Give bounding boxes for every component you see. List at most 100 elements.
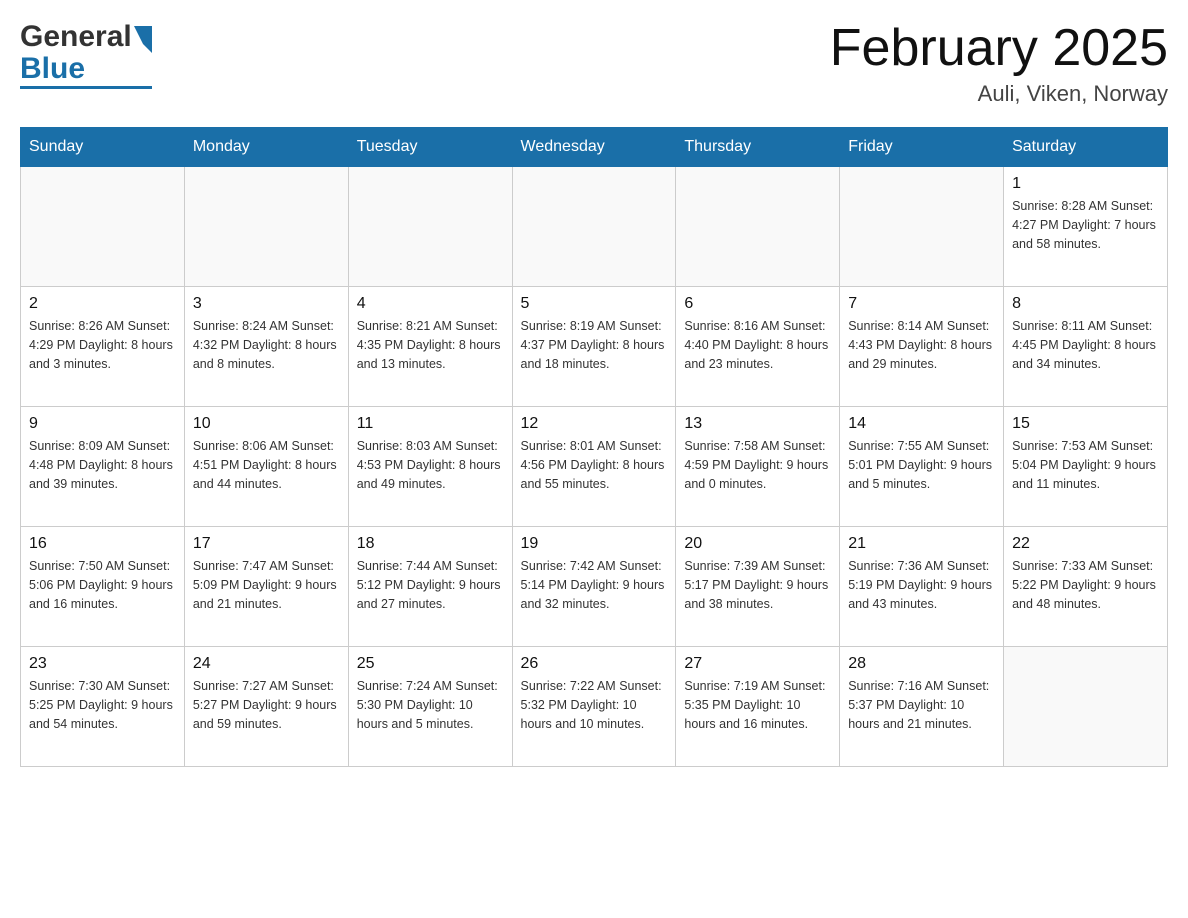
day-number: 16 <box>29 535 176 553</box>
calendar-day-cell: 20 Sunrise: 7:39 AM Sunset: 5:17 PM Dayli… <box>676 527 840 647</box>
day-number: 22 <box>1012 535 1159 553</box>
calendar-day-cell <box>840 167 1004 287</box>
day-info: Sunrise: 8:01 AM Sunset: 4:56 PM Dayligh… <box>521 437 668 493</box>
calendar-day-cell: 1 Sunrise: 8:28 AM Sunset: 4:27 PM Daylig… <box>1004 167 1168 287</box>
calendar-day-cell: 28Sunrise: 7:16 AM Sunset: 5:37 PM Dayli… <box>840 647 1004 767</box>
title-block: February 2025 Auli, Viken, Norway <box>830 20 1168 107</box>
logo-arrow-icon <box>134 26 152 53</box>
calendar-day-cell: 15Sunrise: 7:53 AM Sunset: 5:04 PM Dayli… <box>1004 407 1168 527</box>
day-number: 14 <box>848 415 995 433</box>
calendar-header: SundayMondayTuesdayWednesdayThursdayFrid… <box>21 128 1168 167</box>
calendar-day-cell: 4 Sunrise: 8:21 AM Sunset: 4:35 PM Daylig… <box>348 287 512 407</box>
calendar-day-cell: 6Sunrise: 8:16 AM Sunset: 4:40 PM Daylig… <box>676 287 840 407</box>
day-info: Sunrise: 7:16 AM Sunset: 5:37 PM Dayligh… <box>848 677 995 733</box>
day-number: 5 <box>521 295 668 313</box>
day-info: Sunrise: 7:47 AM Sunset: 5:09 PM Dayligh… <box>193 557 340 613</box>
calendar-day-cell: 14 Sunrise: 7:55 AM Sunset: 5:01 PM Dayli… <box>840 407 1004 527</box>
day-number: 27 <box>684 655 831 673</box>
calendar-day-cell <box>184 167 348 287</box>
day-info: Sunrise: 7:33 AM Sunset: 5:22 PM Dayligh… <box>1012 557 1159 613</box>
calendar-day-cell: 25 Sunrise: 7:24 AM Sunset: 5:30 PM Dayli… <box>348 647 512 767</box>
day-number: 1 <box>1012 175 1159 193</box>
logo-blue-text: Blue <box>20 52 85 86</box>
day-number: 13 <box>684 415 831 433</box>
calendar-day-cell: 23 Sunrise: 7:30 AM Sunset: 5:25 PM Dayli… <box>21 647 185 767</box>
calendar-title: February 2025 <box>830 20 1168 77</box>
day-info: Sunrise: 7:36 AM Sunset: 5:19 PM Dayligh… <box>848 557 995 613</box>
day-info: Sunrise: 8:14 AM Sunset: 4:43 PM Dayligh… <box>848 317 995 373</box>
calendar-day-cell: 8 Sunrise: 8:11 AM Sunset: 4:45 PM Daylig… <box>1004 287 1168 407</box>
day-number: 2 <box>29 295 176 313</box>
calendar-day-cell <box>348 167 512 287</box>
day-info: Sunrise: 7:27 AM Sunset: 5:27 PM Dayligh… <box>193 677 340 733</box>
day-info: Sunrise: 7:24 AM Sunset: 5:30 PM Dayligh… <box>357 677 504 733</box>
calendar-day-cell: 22 Sunrise: 7:33 AM Sunset: 5:22 PM Dayli… <box>1004 527 1168 647</box>
calendar-day-cell: 17 Sunrise: 7:47 AM Sunset: 5:09 PM Dayli… <box>184 527 348 647</box>
calendar-day-cell: 5 Sunrise: 8:19 AM Sunset: 4:37 PM Daylig… <box>512 287 676 407</box>
calendar-day-cell: 2 Sunrise: 8:26 AM Sunset: 4:29 PM Daylig… <box>21 287 185 407</box>
day-info: Sunrise: 8:11 AM Sunset: 4:45 PM Dayligh… <box>1012 317 1159 373</box>
weekday-header-sunday: Sunday <box>21 128 185 167</box>
logo-underline <box>20 86 152 89</box>
day-info: Sunrise: 7:55 AM Sunset: 5:01 PM Dayligh… <box>848 437 995 493</box>
calendar-day-cell: 27 Sunrise: 7:19 AM Sunset: 5:35 PM Dayli… <box>676 647 840 767</box>
calendar-day-cell: 11 Sunrise: 8:03 AM Sunset: 4:53 PM Dayli… <box>348 407 512 527</box>
day-info: Sunrise: 8:24 AM Sunset: 4:32 PM Dayligh… <box>193 317 340 373</box>
calendar-day-cell <box>676 167 840 287</box>
day-number: 9 <box>29 415 176 433</box>
weekday-header-thursday: Thursday <box>676 128 840 167</box>
calendar-table: SundayMondayTuesdayWednesdayThursdayFrid… <box>20 127 1168 767</box>
calendar-week-row: 23 Sunrise: 7:30 AM Sunset: 5:25 PM Dayli… <box>21 647 1168 767</box>
day-info: Sunrise: 8:19 AM Sunset: 4:37 PM Dayligh… <box>521 317 668 373</box>
day-number: 23 <box>29 655 176 673</box>
day-number: 4 <box>357 295 504 313</box>
day-number: 10 <box>193 415 340 433</box>
day-number: 12 <box>521 415 668 433</box>
day-info: Sunrise: 8:03 AM Sunset: 4:53 PM Dayligh… <box>357 437 504 493</box>
day-number: 17 <box>193 535 340 553</box>
day-number: 7 <box>848 295 995 313</box>
calendar-body: 1 Sunrise: 8:28 AM Sunset: 4:27 PM Daylig… <box>21 167 1168 767</box>
calendar-day-cell <box>1004 647 1168 767</box>
day-info: Sunrise: 7:39 AM Sunset: 5:17 PM Dayligh… <box>684 557 831 613</box>
day-info: Sunrise: 8:28 AM Sunset: 4:27 PM Dayligh… <box>1012 197 1159 253</box>
calendar-day-cell: 3Sunrise: 8:24 AM Sunset: 4:32 PM Daylig… <box>184 287 348 407</box>
day-info: Sunrise: 7:19 AM Sunset: 5:35 PM Dayligh… <box>684 677 831 733</box>
page-header: General Blue February 2025 Auli, Viken, … <box>20 20 1168 107</box>
day-number: 19 <box>521 535 668 553</box>
day-info: Sunrise: 7:44 AM Sunset: 5:12 PM Dayligh… <box>357 557 504 613</box>
day-info: Sunrise: 7:30 AM Sunset: 5:25 PM Dayligh… <box>29 677 176 733</box>
day-number: 8 <box>1012 295 1159 313</box>
calendar-day-cell: 18 Sunrise: 7:44 AM Sunset: 5:12 PM Dayli… <box>348 527 512 647</box>
calendar-day-cell: 10Sunrise: 8:06 AM Sunset: 4:51 PM Dayli… <box>184 407 348 527</box>
day-number: 20 <box>684 535 831 553</box>
calendar-week-row: 16 Sunrise: 7:50 AM Sunset: 5:06 PM Dayli… <box>21 527 1168 647</box>
day-number: 25 <box>357 655 504 673</box>
day-number: 11 <box>357 415 504 433</box>
calendar-subtitle: Auli, Viken, Norway <box>830 81 1168 107</box>
day-number: 21 <box>848 535 995 553</box>
day-info: Sunrise: 7:22 AM Sunset: 5:32 PM Dayligh… <box>521 677 668 733</box>
calendar-day-cell <box>512 167 676 287</box>
weekday-header-friday: Friday <box>840 128 1004 167</box>
weekday-header-row: SundayMondayTuesdayWednesdayThursdayFrid… <box>21 128 1168 167</box>
logo: General Blue <box>20 20 152 89</box>
calendar-day-cell: 26 Sunrise: 7:22 AM Sunset: 5:32 PM Dayli… <box>512 647 676 767</box>
calendar-day-cell <box>21 167 185 287</box>
calendar-day-cell: 21 Sunrise: 7:36 AM Sunset: 5:19 PM Dayli… <box>840 527 1004 647</box>
weekday-header-tuesday: Tuesday <box>348 128 512 167</box>
day-info: Sunrise: 8:26 AM Sunset: 4:29 PM Dayligh… <box>29 317 176 373</box>
day-info: Sunrise: 8:16 AM Sunset: 4:40 PM Dayligh… <box>684 317 831 373</box>
weekday-header-wednesday: Wednesday <box>512 128 676 167</box>
calendar-day-cell: 19Sunrise: 7:42 AM Sunset: 5:14 PM Dayli… <box>512 527 676 647</box>
day-number: 18 <box>357 535 504 553</box>
day-info: Sunrise: 8:09 AM Sunset: 4:48 PM Dayligh… <box>29 437 176 493</box>
calendar-day-cell: 12 Sunrise: 8:01 AM Sunset: 4:56 PM Dayli… <box>512 407 676 527</box>
calendar-day-cell: 9 Sunrise: 8:09 AM Sunset: 4:48 PM Daylig… <box>21 407 185 527</box>
day-number: 26 <box>521 655 668 673</box>
calendar-day-cell: 7 Sunrise: 8:14 AM Sunset: 4:43 PM Daylig… <box>840 287 1004 407</box>
day-info: Sunrise: 7:50 AM Sunset: 5:06 PM Dayligh… <box>29 557 176 613</box>
logo-general-text: General <box>20 20 132 54</box>
day-info: Sunrise: 8:21 AM Sunset: 4:35 PM Dayligh… <box>357 317 504 373</box>
day-number: 24 <box>193 655 340 673</box>
